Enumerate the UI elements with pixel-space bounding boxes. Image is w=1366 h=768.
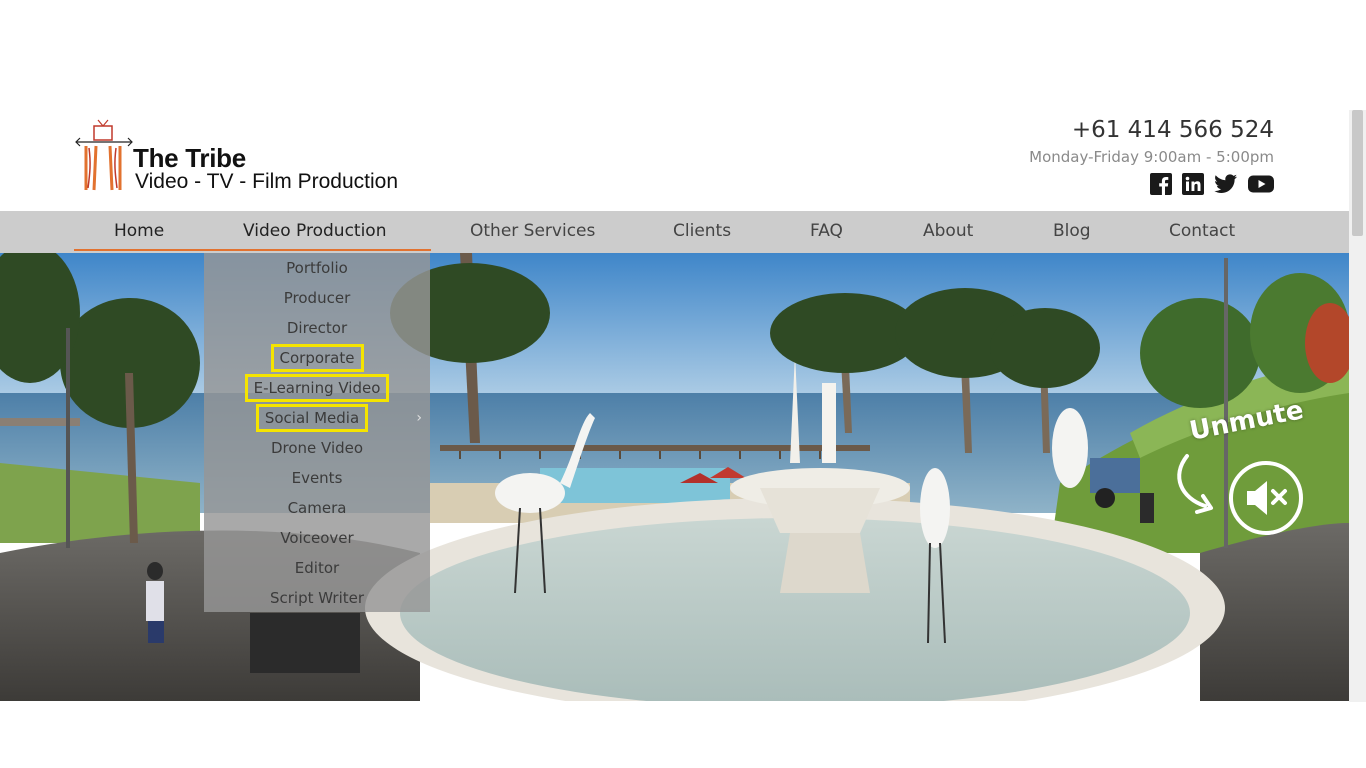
dropdown-item-social-media[interactable]: Social Media › [204,403,430,433]
dropdown-item-camera[interactable]: Camera [204,493,430,523]
nav-home[interactable]: Home [114,211,164,253]
linkedin-icon[interactable] [1182,173,1204,195]
scrollbar-thumb[interactable] [1352,110,1363,236]
dropdown-item-e-learning-video[interactable]: E-Learning Video [204,373,430,403]
dropdown-item-voiceover[interactable]: Voiceover [204,523,430,553]
nav-about[interactable]: About [923,211,973,253]
dropdown-item-producer[interactable]: Producer [204,283,430,313]
nav-clients[interactable]: Clients [673,211,731,253]
dropdown-item-corporate[interactable]: Corporate [204,343,430,373]
dropdown-item-portfolio[interactable]: Portfolio [204,253,430,283]
nav-other-services[interactable]: Other Services [470,211,595,253]
nav-video-production[interactable]: Video Production [243,211,386,253]
site-logo[interactable]: The Tribe Video - TV - Film Production [74,118,414,198]
video-production-dropdown: Portfolio Producer Director Corporate E-… [204,253,430,612]
nav-contact[interactable]: Contact [1169,211,1235,253]
submenu-arrow-icon: › [416,410,422,426]
brand-subtitle: Video - TV - Film Production [135,170,398,193]
highlight-box-social-media: Social Media [255,404,369,432]
nav-blog[interactable]: Blog [1053,211,1091,253]
youtube-icon[interactable] [1248,173,1274,195]
speaker-muted-icon [1247,481,1287,515]
social-links [1150,173,1274,195]
facebook-icon[interactable] [1150,173,1172,195]
page-scrollbar[interactable] [1349,110,1366,702]
highlight-box-corporate: Corporate [270,344,364,372]
opening-hours: Monday-Friday 9:00am - 5:00pm [1029,148,1274,166]
phone-number[interactable]: +61 414 566 524 [1029,116,1274,144]
nav-active-underline [74,249,431,251]
logo-figures-icon [75,119,133,191]
dropdown-item-editor[interactable]: Editor [204,553,430,583]
dropdown-item-drone-video[interactable]: Drone Video [204,433,430,463]
main-navigation: Home Video Production Other Services Cli… [0,211,1349,253]
nav-faq[interactable]: FAQ [810,211,843,253]
highlight-box-e-learning: E-Learning Video [244,374,390,402]
dropdown-item-director[interactable]: Director [204,313,430,343]
hero-scene-image [0,253,1349,701]
dropdown-item-script-writer[interactable]: Script Writer [204,583,430,613]
hero-video[interactable]: Unmute [0,253,1349,701]
contact-block: +61 414 566 524 Monday-Friday 9:00am - 5… [1029,116,1274,166]
twitter-icon[interactable] [1214,173,1238,195]
unmute-button[interactable] [1229,461,1303,535]
dropdown-item-events[interactable]: Events [204,463,430,493]
